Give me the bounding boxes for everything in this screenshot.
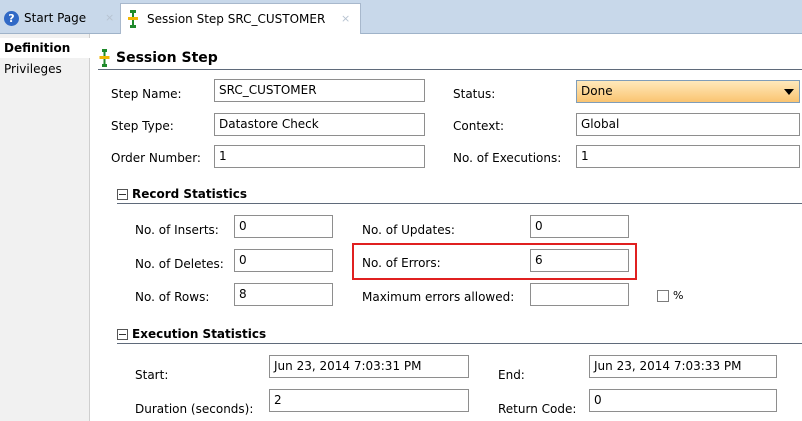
chevron-down-icon[interactable] (784, 89, 794, 95)
context-field[interactable]: Global (576, 113, 800, 136)
left-navigation: Definition Privileges (0, 34, 90, 421)
start-label: Start: (135, 368, 169, 382)
order-number-field[interactable]: 1 (214, 145, 425, 168)
session-step-icon (99, 49, 110, 67)
record-statistics-title: Record Statistics (132, 187, 247, 201)
tab-session-step[interactable]: Session Step SRC_CUSTOMER × (120, 3, 361, 34)
executions-field[interactable]: 1 (576, 145, 800, 168)
max-errors-field[interactable] (530, 283, 629, 306)
updates-label: No. of Updates: (362, 223, 455, 237)
editor-tab-bar: ? Start Page × Session Step SRC_CUSTOMER… (0, 0, 802, 34)
tab-session-step-close-icon[interactable]: × (341, 12, 350, 25)
step-type-field[interactable]: Datastore Check (214, 113, 425, 136)
duration-label: Duration (seconds): (135, 402, 254, 416)
context-label: Context: (453, 119, 505, 133)
record-statistics-header[interactable]: Record Statistics (117, 187, 247, 201)
step-type-label: Step Type: (111, 119, 174, 133)
inserts-label: No. of Inserts: (135, 223, 219, 237)
max-errors-label: Maximum errors allowed: (362, 290, 515, 304)
help-icon: ? (4, 10, 19, 26)
step-name-label: Step Name: (111, 87, 182, 101)
deletes-label: No. of Deletes: (135, 257, 224, 271)
end-field[interactable]: Jun 23, 2014 7:03:33 PM (589, 355, 777, 378)
return-code-field[interactable]: 0 (589, 389, 777, 412)
order-number-label: Order Number: (111, 151, 201, 165)
tab-start-page-close-icon[interactable]: × (105, 11, 114, 24)
percent-label: % (673, 289, 684, 302)
collapse-icon[interactable] (117, 328, 128, 340)
end-label: End: (498, 368, 525, 382)
section-divider (98, 69, 802, 70)
record-statistics-divider (117, 203, 802, 204)
execution-statistics-title: Execution Statistics (132, 327, 267, 341)
rows-label: No. of Rows: (135, 290, 210, 304)
collapse-icon[interactable] (117, 188, 128, 200)
tab-start-page[interactable]: ? Start Page × (0, 4, 118, 32)
executions-label: No. of Executions: (453, 151, 562, 165)
return-code-label: Return Code: (498, 402, 577, 416)
tab-start-page-label: Start Page (24, 11, 87, 25)
duration-field[interactable]: 2 (269, 389, 469, 412)
status-label: Status: (453, 87, 496, 101)
nav-item-definition[interactable]: Definition (0, 38, 90, 58)
start-field[interactable]: Jun 23, 2014 7:03:31 PM (269, 355, 469, 378)
execution-statistics-divider (117, 343, 802, 344)
execution-statistics-header[interactable]: Execution Statistics (117, 327, 266, 341)
percent-checkbox[interactable] (657, 290, 669, 302)
rows-field[interactable]: 8 (234, 283, 333, 306)
updates-field[interactable]: 0 (530, 215, 629, 238)
session-step-icon (128, 10, 138, 28)
inserts-field[interactable]: 0 (234, 215, 333, 238)
nav-item-privileges[interactable]: Privileges (0, 59, 89, 79)
step-name-field[interactable]: SRC_CUSTOMER (214, 79, 425, 102)
tab-session-step-label: Session Step SRC_CUSTOMER (147, 12, 326, 26)
deletes-field[interactable]: 0 (234, 249, 333, 272)
status-dropdown[interactable]: Done (576, 80, 800, 103)
status-value: Done (581, 84, 613, 98)
errors-field[interactable]: 6 (530, 249, 629, 272)
errors-label: No. of Errors: (362, 256, 441, 270)
section-title: Session Step (116, 50, 218, 66)
